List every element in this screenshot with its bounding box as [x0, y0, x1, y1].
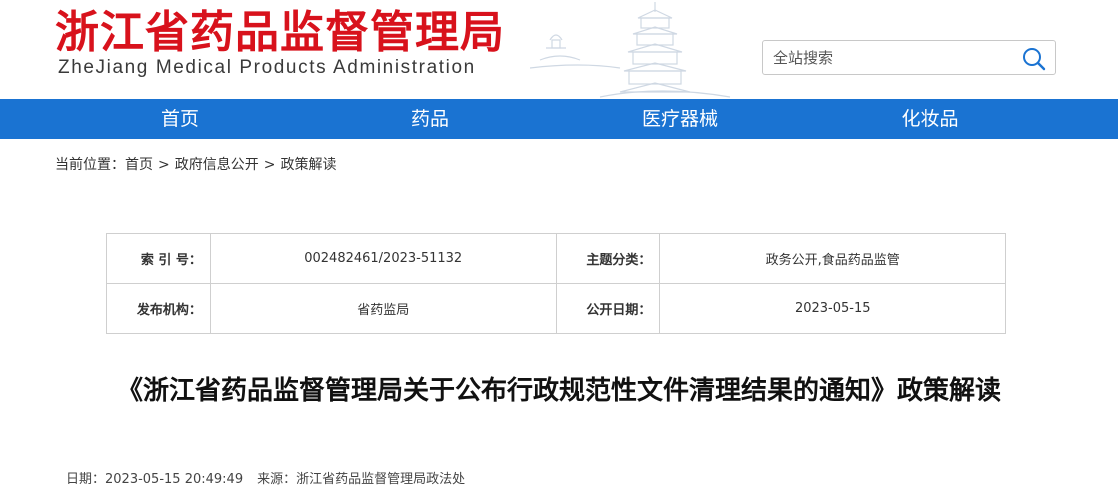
article-date-label: 日期：	[66, 472, 106, 487]
article-source-label: 来源：	[257, 472, 297, 487]
index-number-value: 002482461/2023-51132	[209, 233, 557, 284]
nav-item-medical-devices[interactable]: 医疗器械	[620, 99, 740, 139]
breadcrumb-gov-info[interactable]: 政府信息公开	[175, 154, 259, 174]
publish-date-value: 2023-05-15	[659, 283, 1006, 334]
nav-item-home[interactable]: 首页	[130, 99, 230, 139]
publisher-label: 发布机构：	[106, 283, 211, 334]
article-title: 《浙江省药品监督管理局关于公布行政规范性文件清理结果的通知》政策解读	[116, 376, 1001, 406]
index-number-label: 索 引 号：	[106, 233, 211, 284]
site-logo-chinese[interactable]: 浙江省药品监督管理局	[55, 4, 505, 62]
document-info-table: 索 引 号： 002482461/2023-51132 主题分类： 政务公开,食…	[106, 233, 1006, 334]
breadcrumb-policy-interpretation[interactable]: 政策解读	[280, 154, 336, 174]
search-input[interactable]	[773, 45, 1013, 71]
site-header: 浙江省药品监督管理局 ZheJiang Medical Products Adm…	[0, 0, 1118, 99]
search-box	[762, 40, 1056, 75]
pagoda-watermark-icon	[530, 2, 731, 98]
breadcrumb-prefix: 当前位置：	[55, 157, 125, 173]
nav-item-cosmetics[interactable]: 化妆品	[870, 99, 990, 139]
table-row: 索 引 号： 002482461/2023-51132 主题分类： 政务公开,食…	[106, 233, 1006, 284]
breadcrumb-home[interactable]: 首页	[125, 154, 153, 174]
site-logo-english[interactable]: ZheJiang Medical Products Administration	[58, 57, 476, 79]
publisher-value: 省药监局	[209, 283, 557, 334]
article-date-value: 2023-05-15 20:49:49	[105, 472, 244, 487]
article-meta: 日期：2023-05-15 20:49:49 来源：浙江省药品监督管理局政法处	[66, 468, 465, 487]
table-row: 发布机构： 省药监局 公开日期： 2023-05-15	[106, 283, 1006, 334]
topic-category-value: 政务公开,食品药品监管	[659, 233, 1006, 284]
breadcrumb: 当前位置：首页 > 政府信息公开 > 政策解读	[55, 154, 336, 174]
nav-item-drugs[interactable]: 药品	[380, 99, 480, 139]
main-nav: 首页 药品 医疗器械 化妆品	[0, 99, 1118, 139]
breadcrumb-separator: >	[158, 157, 170, 173]
publish-date-label: 公开日期：	[555, 283, 661, 334]
topic-category-label: 主题分类：	[555, 233, 661, 284]
breadcrumb-separator: >	[263, 157, 276, 173]
article-source-value: 浙江省药品监督管理局政法处	[296, 472, 466, 487]
search-icon[interactable]	[1021, 46, 1047, 72]
